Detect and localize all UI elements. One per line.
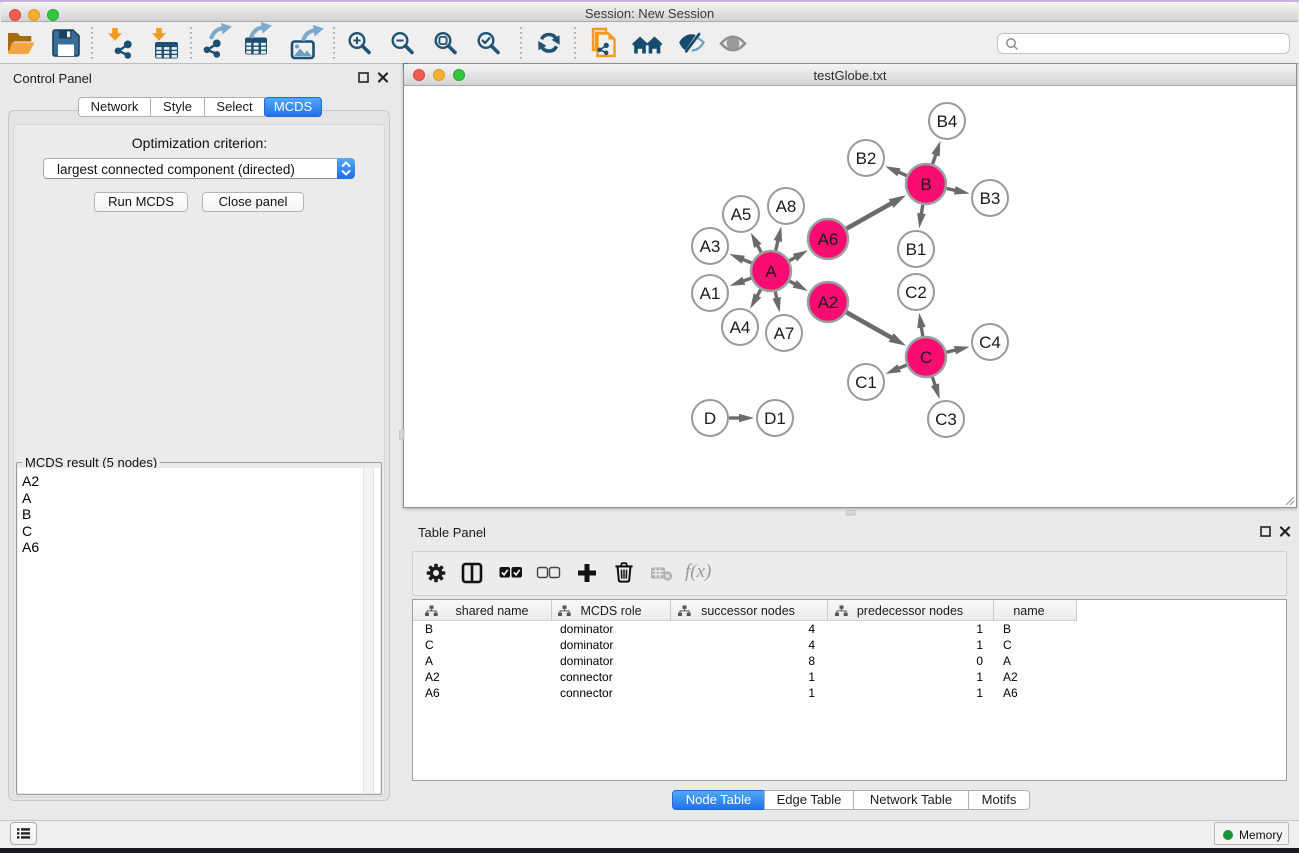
svg-text:B4: B4: [937, 112, 958, 131]
svg-text:C3: C3: [935, 410, 957, 429]
svg-text:A5: A5: [731, 205, 752, 224]
svg-text:A3: A3: [700, 237, 721, 256]
svg-text:B2: B2: [856, 149, 877, 168]
svg-text:C1: C1: [855, 373, 877, 392]
svg-text:C2: C2: [905, 283, 927, 302]
svg-text:D1: D1: [764, 409, 786, 428]
svg-text:A: A: [765, 262, 777, 281]
svg-text:A2: A2: [818, 293, 839, 312]
svg-text:A8: A8: [776, 197, 797, 216]
svg-text:B3: B3: [980, 189, 1001, 208]
svg-text:B: B: [920, 175, 931, 194]
svg-text:D: D: [704, 409, 716, 428]
svg-text:A7: A7: [774, 324, 795, 343]
svg-text:C: C: [920, 348, 932, 367]
svg-text:C4: C4: [979, 333, 1001, 352]
svg-text:B1: B1: [906, 240, 927, 259]
svg-text:A4: A4: [730, 318, 751, 337]
svg-text:A6: A6: [818, 230, 839, 249]
svg-text:A1: A1: [700, 284, 721, 303]
